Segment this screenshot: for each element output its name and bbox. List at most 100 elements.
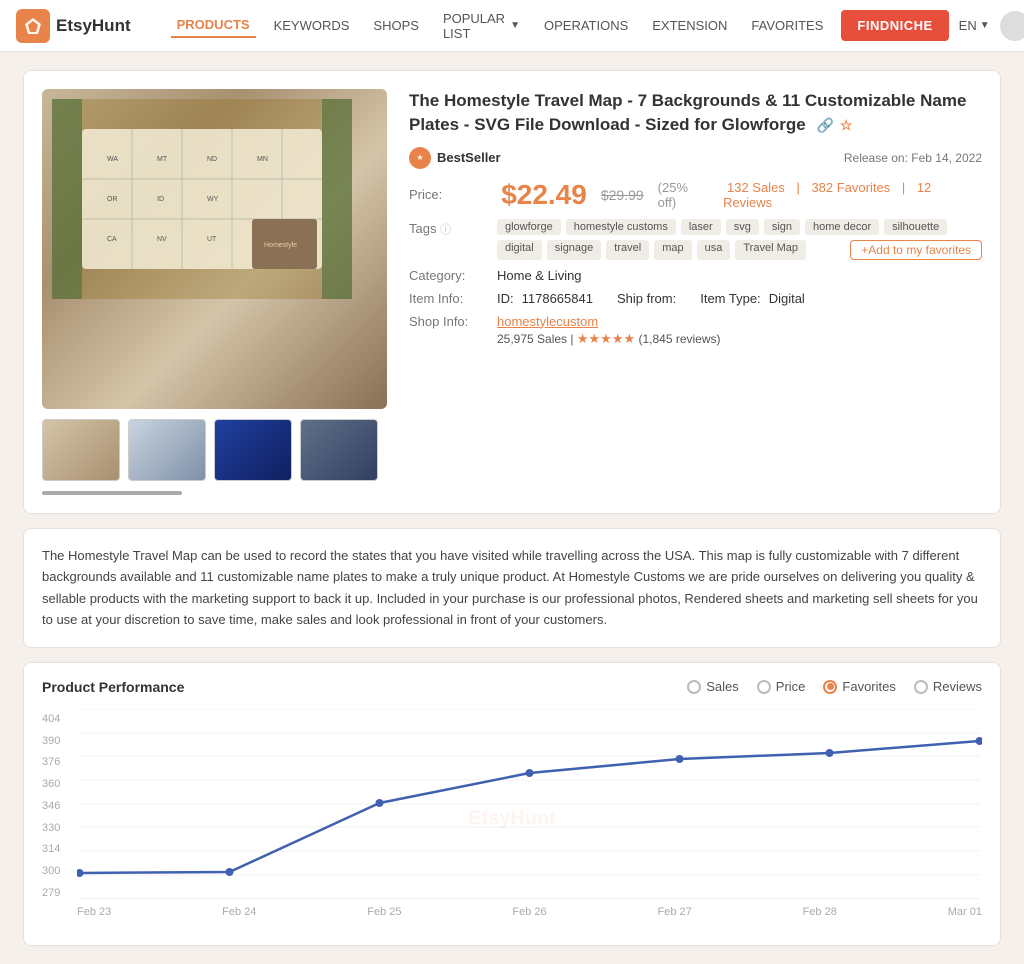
separator-2: |	[902, 180, 909, 195]
y-label-314: 314	[42, 843, 77, 855]
nav-extension[interactable]: EXTENSION	[646, 14, 733, 37]
tag-svg[interactable]: svg	[726, 219, 759, 235]
avatar[interactable]	[1000, 11, 1024, 41]
item-type-label: Item Type:	[700, 291, 760, 306]
svg-text:ID: ID	[157, 196, 164, 203]
product-description: The Homestyle Travel Map can be used to …	[42, 545, 982, 631]
nav-products[interactable]: PRODUCTS	[171, 13, 256, 38]
tag-home-decor[interactable]: home decor	[805, 219, 879, 235]
shop-reviews: (1,845 reviews)	[638, 332, 720, 346]
bestseller-label: BestSeller	[437, 150, 501, 165]
sales-count: 132 Sales	[727, 180, 785, 195]
x-label-feb27: Feb 27	[658, 906, 692, 918]
logo-text: EtsyHunt	[56, 16, 131, 36]
language-selector[interactable]: EN ▼	[959, 18, 990, 33]
x-label-feb24: Feb 24	[222, 906, 256, 918]
svg-text:WA: WA	[107, 156, 118, 163]
chevron-down-icon: ▼	[980, 20, 990, 31]
y-label-360: 360	[42, 778, 77, 790]
thumbnail-1[interactable]	[42, 419, 120, 481]
nav-popular-list[interactable]: POPULAR LIST ▼	[437, 7, 526, 45]
shop-details: homestylecustom 25,975 Sales | ★★★★★ (1,…	[497, 314, 721, 347]
ship-from-label: Ship from:	[617, 291, 676, 306]
findniche-button[interactable]: FINDNICHE	[841, 10, 948, 41]
main-product-image[interactable]: WA MT ND MN OR ID WY CA NV UT CO	[42, 89, 387, 409]
y-label-330: 330	[42, 822, 77, 834]
info-icon[interactable]: ⓘ	[440, 224, 451, 236]
link-icon[interactable]: 🔗	[816, 116, 833, 136]
separator-1: |	[796, 180, 803, 195]
svg-text:CA: CA	[107, 236, 117, 243]
shop-sales: 25,975 Sales	[497, 332, 567, 346]
nav-keywords[interactable]: KEYWORDS	[268, 14, 356, 37]
chart-container: 404 390 376 360 346 330 314 300 279	[42, 709, 982, 918]
tag-homestyle[interactable]: homestyle customs	[566, 219, 676, 235]
svg-text:OR: OR	[107, 196, 118, 203]
chart-area: EtsyHunt 404 390 376 360 346 330 314 300…	[42, 709, 982, 929]
price-row: Price: $22.49 $29.99 (25% off) 132 Sales…	[409, 179, 982, 211]
star-icon[interactable]: ☆	[840, 116, 853, 136]
y-axis: 404 390 376 360 346 330 314 300 279	[42, 709, 77, 899]
svg-text:NV: NV	[157, 236, 167, 243]
title-icons: 🔗 ☆	[816, 116, 852, 136]
tags-container: glowforge homestyle customs laser svg si…	[497, 219, 982, 260]
y-label-300: 300	[42, 865, 77, 877]
tag-laser[interactable]: laser	[681, 219, 721, 235]
price-original: $29.99	[601, 187, 644, 203]
shop-stats: 25,975 Sales | ★★★★★ (1,845 reviews)	[497, 331, 721, 347]
radio-group: Sales Price Favorites Reviews	[687, 679, 982, 694]
tag-map[interactable]: map	[654, 240, 691, 260]
radio-circle-favorites	[823, 680, 837, 694]
thumbnail-row	[42, 419, 387, 481]
y-label-390: 390	[42, 735, 77, 747]
tag-digital[interactable]: digital	[497, 240, 542, 260]
shop-link[interactable]: homestylecustom	[497, 314, 598, 329]
thumbnail-3[interactable]	[214, 419, 292, 481]
chevron-down-icon: ▼	[510, 20, 520, 31]
radio-reviews[interactable]: Reviews	[914, 679, 982, 694]
tag-usa[interactable]: usa	[697, 240, 731, 260]
y-label-376: 376	[42, 756, 77, 768]
svg-text:Homestyle: Homestyle	[264, 242, 297, 249]
favorites-count: 382 Favorites	[811, 180, 890, 195]
bestseller-row: ★ BestSeller Release on: Feb 14, 2022	[409, 147, 982, 169]
logo[interactable]: EtsyHunt	[16, 9, 131, 43]
product-section: WA MT ND MN OR ID WY CA NV UT CO	[23, 70, 1001, 514]
svg-text:UT: UT	[207, 236, 217, 243]
x-label-feb26: Feb 26	[512, 906, 546, 918]
x-label-mar01: Mar 01	[948, 906, 982, 918]
nav-shops[interactable]: SHOPS	[367, 14, 425, 37]
product-info: The Homestyle Travel Map - 7 Backgrounds…	[409, 89, 982, 495]
add-favorites-button[interactable]: +Add to my favorites	[850, 240, 982, 260]
tag-signage[interactable]: signage	[547, 240, 602, 260]
logo-svg	[23, 16, 43, 36]
x-axis: Feb 23 Feb 24 Feb 25 Feb 26 Feb 27 Feb 2…	[77, 902, 982, 918]
svg-text:MT: MT	[157, 156, 168, 163]
image-scroll-bar[interactable]	[42, 491, 182, 495]
radio-price[interactable]: Price	[757, 679, 806, 694]
y-label-404: 404	[42, 713, 77, 725]
performance-title: Product Performance	[42, 679, 184, 695]
description-section: The Homestyle Travel Map can be used to …	[23, 528, 1001, 648]
thumbnail-2[interactable]	[128, 419, 206, 481]
tag-travel[interactable]: travel	[606, 240, 649, 260]
release-date: Release on: Feb 14, 2022	[844, 151, 982, 165]
logo-icon	[16, 9, 50, 43]
chart-svg	[77, 709, 982, 899]
tag-glowforge[interactable]: glowforge	[497, 219, 561, 235]
nav-operations[interactable]: OPERATIONS	[538, 14, 634, 37]
category-label: Category:	[409, 268, 489, 283]
navbar: EtsyHunt PRODUCTS KEYWORDS SHOPS POPULAR…	[0, 0, 1024, 52]
tag-sign[interactable]: sign	[764, 219, 800, 235]
thumbnail-4[interactable]	[300, 419, 378, 481]
radio-sales[interactable]: Sales	[687, 679, 739, 694]
radio-circle-price	[757, 680, 771, 694]
chart-svg-container: Feb 23 Feb 24 Feb 25 Feb 26 Feb 27 Feb 2…	[77, 709, 982, 918]
radio-favorites[interactable]: Favorites	[823, 679, 895, 694]
category-row: Category: Home & Living	[409, 268, 982, 283]
nav-favorites[interactable]: FAVORITES	[745, 14, 829, 37]
tag-silhouette[interactable]: silhouette	[884, 219, 947, 235]
item-type-value: Digital	[769, 291, 805, 306]
tag-travel-map[interactable]: Travel Map	[735, 240, 806, 260]
main-content: WA MT ND MN OR ID WY CA NV UT CO	[7, 52, 1017, 964]
